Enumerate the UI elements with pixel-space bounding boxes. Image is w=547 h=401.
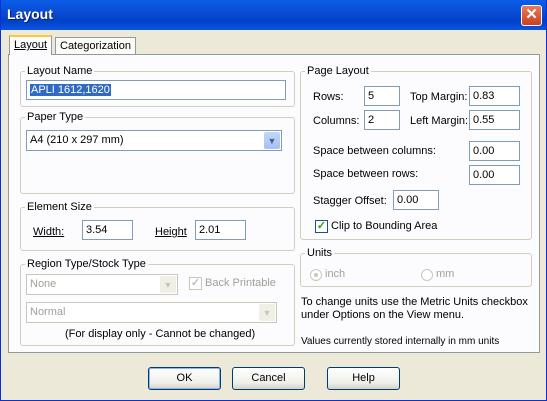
chevron-down-icon[interactable]: ▼ (264, 132, 280, 149)
columns-input[interactable]: 2 (364, 110, 400, 130)
units-group: Units (300, 247, 532, 287)
stored-units-note: Values currently stored internally in mm… (301, 336, 500, 347)
top-margin-input[interactable]: 0.83 (469, 86, 520, 106)
left-margin-label: Left Margin: (410, 115, 469, 127)
element-size-legend: Element Size (27, 201, 92, 213)
tab-panel-layout: Layout Name APLI 1612,1620 Paper Type A4… (8, 54, 540, 353)
back-printable-checkbox[interactable]: ✓ (189, 277, 202, 290)
paper-type-value: A4 (210 x 297 mm) (30, 134, 124, 146)
tab-layout-label: Layout (14, 39, 48, 51)
space-columns-label: Space between columns: (313, 145, 436, 157)
space-rows-input[interactable]: 0.00 (469, 165, 520, 185)
space-columns-input[interactable]: 0.00 (469, 141, 520, 161)
help-button[interactable]: Help (327, 367, 400, 390)
region-type-select[interactable]: None ▼ (26, 274, 178, 295)
cancel-button[interactable]: Cancel (232, 367, 305, 390)
space-rows-label: Space between rows: (313, 168, 419, 180)
paper-type-select[interactable]: A4 (210 x 297 mm) ▼ (26, 130, 282, 151)
title-bar[interactable]: Layout ✕ (1, 0, 546, 30)
page-layout-legend: Page Layout (307, 65, 369, 77)
top-margin-label: Top Margin: (410, 91, 468, 103)
ok-button[interactable]: OK (148, 367, 221, 390)
back-printable-label: Back Printable (205, 277, 276, 289)
region-note: (For display only - Cannot be changed) (65, 328, 256, 340)
paper-type-group: Paper Type (20, 111, 295, 194)
layout-dialog: Layout ✕ Layout Categorization Layout Na… (0, 0, 547, 401)
rows-label: Rows: (313, 91, 344, 103)
tab-categorization-label: Categorization (60, 40, 131, 52)
layout-name-input[interactable]: APLI 1612,1620 (26, 80, 286, 100)
stagger-offset-input[interactable]: 0.00 (393, 190, 439, 210)
units-info-text: To change units use the Metric Units che… (301, 296, 528, 321)
width-label: Width: (33, 226, 65, 238)
chevron-down-icon[interactable]: ▼ (160, 276, 176, 293)
tab-layout[interactable]: Layout (9, 35, 53, 55)
chevron-down-icon[interactable]: ▼ (259, 304, 275, 321)
stagger-offset-label: Stagger Offset: (313, 195, 387, 207)
units-legend: Units (307, 247, 333, 259)
layout-name-legend: Layout Name (27, 65, 93, 77)
inch-radio[interactable] (310, 269, 322, 281)
region-legend: Region Type/Stock Type (27, 258, 146, 270)
stock-type-value: Normal (30, 306, 66, 318)
window-title: Layout (7, 6, 53, 22)
rows-input[interactable]: 5 (364, 86, 400, 106)
mm-label: mm (436, 268, 455, 280)
region-type-value: None (30, 278, 57, 290)
inch-label: inch (325, 268, 346, 280)
clip-bounding-checkbox[interactable]: ✓ (315, 220, 328, 233)
height-input[interactable]: 2.01 (195, 220, 246, 240)
tab-categorization[interactable]: Categorization (55, 37, 136, 55)
left-margin-input[interactable]: 0.55 (469, 110, 520, 130)
close-button[interactable]: ✕ (521, 5, 542, 26)
clip-bounding-label: Clip to Bounding Area (331, 220, 438, 232)
mm-radio[interactable] (421, 269, 433, 281)
height-label: Height (155, 226, 187, 238)
columns-label: Columns: (313, 115, 360, 127)
width-input[interactable]: 3.54 (82, 220, 133, 240)
stock-type-select[interactable]: Normal ▼ (26, 302, 277, 323)
paper-type-legend: Paper Type (27, 111, 84, 123)
